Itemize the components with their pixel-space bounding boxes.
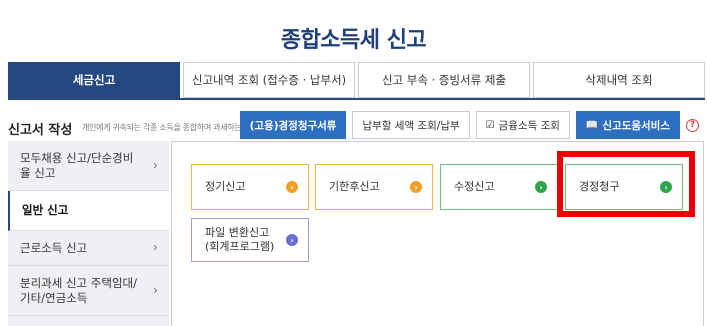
- tab-tax-filing[interactable]: 세금신고: [8, 62, 180, 98]
- claim-documents-button[interactable]: (고용)경정청구서류: [239, 111, 347, 139]
- filing-type-panel: 정기신고 › 기한후신고 › 수정신고 › 경정청구 › 파일 변환신고 (회계…: [171, 141, 704, 326]
- sidebar-item-earned-income[interactable]: 근로소득 신고 ›: [8, 231, 169, 266]
- card-file-conversion-filing[interactable]: 파일 변환신고 (회계프로그램) ›: [191, 218, 309, 262]
- section-title: 신고서 작성: [8, 123, 73, 138]
- financial-income-label: 금융소득 조회: [498, 119, 560, 132]
- help-service-button[interactable]: 📖 신고도움서비스: [575, 111, 680, 139]
- card-correction-claim[interactable]: 경정청구 ›: [565, 164, 683, 210]
- claim-documents-label: (고용)경정청구서류: [249, 119, 337, 132]
- chevron-right-icon: ›: [152, 158, 158, 173]
- chevron-right-icon: ›: [152, 283, 158, 298]
- section-description: 개인에게 귀속되는 각종 소득을 종합하여 과세하는 소득세: [82, 123, 265, 132]
- sidebar: 모두채용 신고/단순경비율 신고 › 일반 신고 근로소득 신고 › 분리과세 …: [8, 141, 169, 326]
- help-icon[interactable]: ?: [686, 118, 699, 132]
- arrow-right-icon: ›: [410, 181, 422, 193]
- sidebar-item-simple-filing[interactable]: 모두채용 신고/단순경비율 신고 ›: [8, 141, 169, 191]
- arrow-right-icon: ›: [286, 181, 298, 193]
- sidebar-item-label: 근로소득 신고: [20, 240, 88, 255]
- financial-income-button[interactable]: ☑ 금융소득 조회: [475, 111, 570, 139]
- arrow-right-icon: ›: [660, 181, 672, 193]
- card-label: 파일 변환신고 (회계프로그램): [205, 226, 275, 253]
- tab-bar: 세금신고 신고내역 조회 (접수증 · 납부서) 신고 부속 · 증빙서류 제출…: [8, 62, 705, 98]
- tab-attachments-submit[interactable]: 신고 부속 · 증빙서류 제출: [358, 62, 530, 98]
- chevron-right-icon: ›: [152, 240, 158, 256]
- tab-filing-history[interactable]: 신고내역 조회 (접수증 · 납부서): [183, 62, 355, 98]
- action-toolbar: (고용)경정청구서류 납부할 세액 조회/납부 ☑ 금융소득 조회 📖 신고도움…: [239, 111, 699, 139]
- tab-bar-underline: [8, 98, 705, 100]
- arrow-right-icon: ›: [535, 181, 547, 193]
- card-late-filing[interactable]: 기한후신고 ›: [315, 164, 433, 210]
- arrow-right-icon: ›: [286, 234, 298, 246]
- sidebar-item-separate-taxation[interactable]: 분리과세 신고 주택임대/기타/연금소득 ›: [8, 266, 169, 316]
- sidebar-item-general-filing[interactable]: 일반 신고: [8, 191, 169, 231]
- card-amended-filing[interactable]: 수정신고 ›: [440, 164, 558, 210]
- card-label: 기한후신고: [329, 180, 380, 193]
- card-label: 수정신고: [454, 180, 495, 193]
- sidebar-item-label: 일반 신고: [22, 203, 69, 217]
- checkbox-icon: ☑: [485, 119, 495, 131]
- tax-payment-button[interactable]: 납부할 세액 조회/납부: [352, 111, 470, 139]
- page-title: 종합소득세 신고: [280, 28, 427, 53]
- card-label: 정기신고: [205, 180, 246, 193]
- card-label: 경정청구: [579, 180, 620, 193]
- sidebar-item-label: 모두채용 신고/단순경비율 신고: [20, 150, 134, 180]
- card-regular-filing[interactable]: 정기신고 ›: [191, 164, 309, 210]
- book-icon: 📖: [585, 119, 599, 131]
- tab-deleted-history[interactable]: 삭제내역 조회: [533, 62, 705, 98]
- tax-payment-label: 납부할 세액 조회/납부: [362, 119, 460, 132]
- help-service-label: 신고도움서비스: [602, 119, 670, 132]
- sidebar-item-label: 분리과세 신고 주택임대/기타/연금소득: [20, 275, 137, 305]
